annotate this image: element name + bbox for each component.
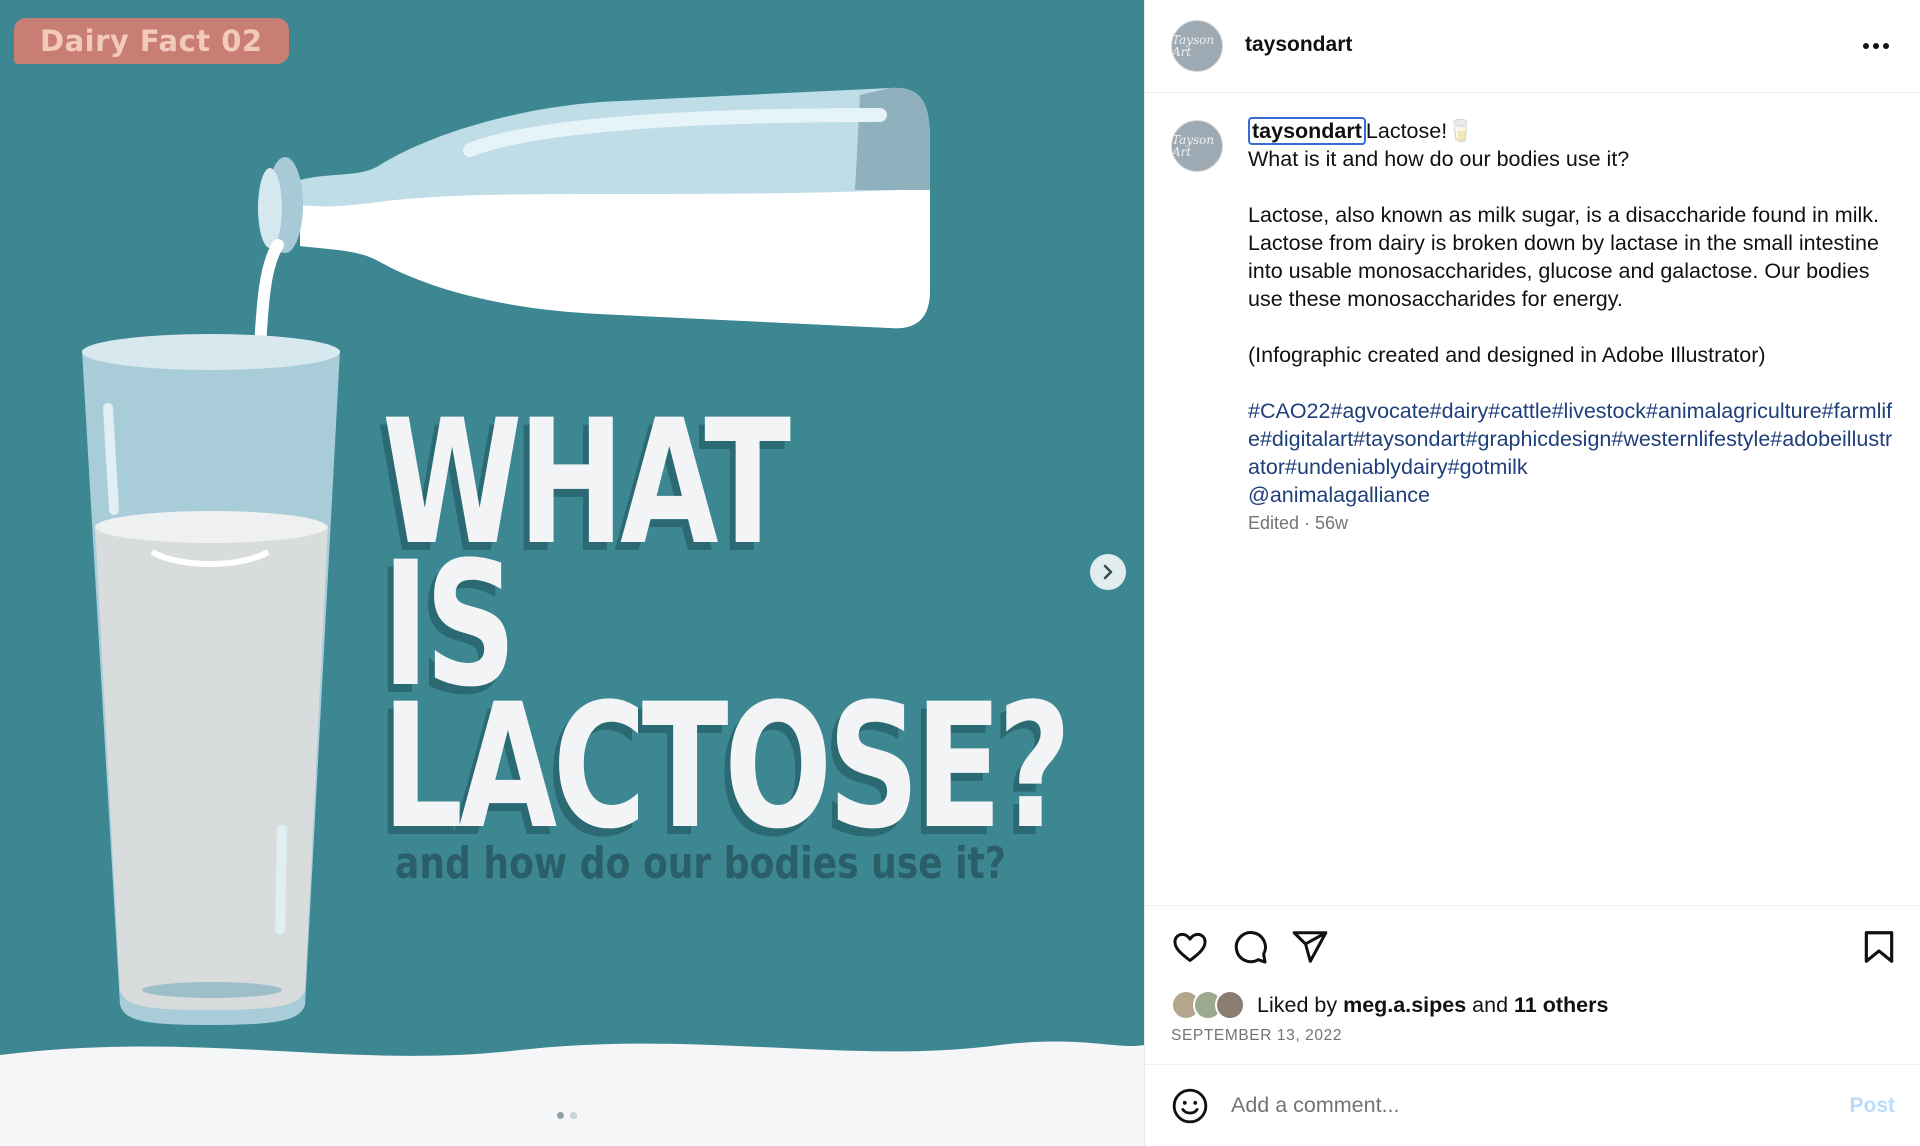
save-button[interactable] bbox=[1861, 928, 1897, 971]
liker-avatars bbox=[1171, 990, 1245, 1020]
caption-area: Tayson Art taysondart Lactose!🥛 What is i… bbox=[1145, 93, 1920, 905]
carousel-dot[interactable] bbox=[570, 1112, 577, 1119]
likes-and: and bbox=[1472, 992, 1509, 1017]
caption-username[interactable]: taysondart bbox=[1248, 117, 1366, 145]
carousel-dots bbox=[557, 1112, 577, 1119]
caption-paragraph: Lactose, also known as milk sugar, is a … bbox=[1248, 203, 1879, 311]
caption-mention[interactable]: @animalagalliance bbox=[1248, 481, 1898, 509]
comment-input[interactable] bbox=[1231, 1085, 1811, 1125]
caption-line: What is it and how do our bodies use it? bbox=[1248, 147, 1630, 171]
more-icon bbox=[1863, 43, 1889, 49]
liker-username[interactable]: meg.a.sipes bbox=[1343, 993, 1466, 1017]
post-caption: taysondart Lactose!🥛 What is it and how d… bbox=[1248, 117, 1898, 537]
heart-icon bbox=[1173, 932, 1207, 962]
share-icon bbox=[1292, 931, 1328, 963]
avatar[interactable]: Tayson Art bbox=[1171, 120, 1223, 172]
avatar-signature: Tayson Art bbox=[1172, 133, 1215, 159]
comment-bar: Post bbox=[1145, 1064, 1920, 1146]
post-sidebar: Tayson Art taysondart Tayson Art taysond… bbox=[1144, 0, 1920, 1146]
post-image[interactable]: Dairy Fact 02 WHAT IS LACTOSE? and how d… bbox=[0, 0, 1144, 1146]
post-actions: Liked by meg.a.sipes and 11 others SEPTE… bbox=[1145, 905, 1920, 1065]
edited-timestamp: Edited · 56w bbox=[1248, 513, 1349, 533]
likes-others[interactable]: 11 others bbox=[1514, 993, 1608, 1017]
share-button[interactable] bbox=[1291, 928, 1329, 971]
avatar[interactable]: Tayson Art bbox=[1171, 20, 1223, 72]
emoji-icon bbox=[1172, 1088, 1208, 1124]
post-comment-button[interactable]: Post bbox=[1849, 1094, 1895, 1118]
headline-line-3: LACTOSE? bbox=[382, 666, 1071, 867]
avatar bbox=[1215, 990, 1245, 1020]
comment-icon bbox=[1234, 931, 1267, 964]
image-headline: WHAT IS LACTOSE? bbox=[382, 397, 1071, 867]
likes-prefix: Liked by bbox=[1257, 992, 1338, 1017]
like-button[interactable] bbox=[1171, 928, 1209, 971]
chevron-right-icon bbox=[1103, 564, 1113, 580]
more-options-button[interactable] bbox=[1860, 30, 1892, 62]
image-subline: and how do our bodies use it? bbox=[395, 838, 1006, 889]
header-username[interactable]: taysondart bbox=[1245, 33, 1352, 57]
dairy-fact-badge: Dairy Fact 02 bbox=[14, 18, 289, 64]
caption-note: (Infographic created and designed in Ado… bbox=[1248, 343, 1766, 367]
emoji-button[interactable] bbox=[1171, 1087, 1209, 1130]
carousel-dot[interactable] bbox=[557, 1112, 564, 1119]
caption-hashtags[interactable]: #CAO22#agvocate#dairy#cattle#livestock#a… bbox=[1248, 397, 1898, 481]
caption-title: Lactose!🥛 bbox=[1365, 119, 1474, 143]
post-header: Tayson Art taysondart bbox=[1145, 0, 1920, 93]
avatar-signature: Tayson Art bbox=[1172, 33, 1215, 59]
post-date: SEPTEMBER 13, 2022 bbox=[1171, 1027, 1343, 1044]
carousel-next-button[interactable] bbox=[1090, 554, 1126, 590]
likes-text: Liked by meg.a.sipes and 11 others bbox=[1257, 993, 1608, 1018]
bookmark-icon bbox=[1864, 931, 1894, 963]
likes-summary[interactable]: Liked by meg.a.sipes and 11 others bbox=[1171, 990, 1608, 1020]
comment-button[interactable] bbox=[1231, 928, 1269, 971]
